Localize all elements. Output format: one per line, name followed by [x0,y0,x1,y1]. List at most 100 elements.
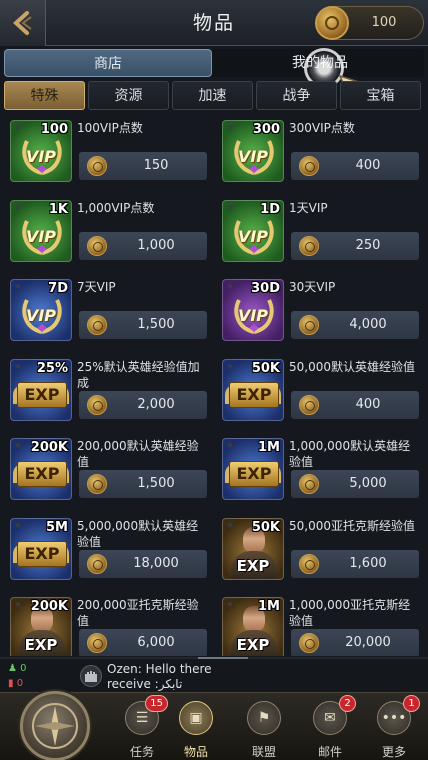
item-quantity: 7D [48,281,68,296]
item-card[interactable]: VIP ★ 1K 1,000VIP点数 1,000 [5,194,211,262]
buy-button[interactable]: 4,000 [291,311,419,339]
gold-coin-icon [299,315,319,335]
gold-balance[interactable]: 100 [315,6,424,40]
item-card[interactable]: VIP ★ 300 300VIP点数 400 [217,114,423,182]
star-icon: ★ [14,441,23,451]
nav-item-3[interactable]: ⚑ 联盟 [234,693,294,760]
buy-button[interactable]: 150 [79,152,207,180]
nav-label: 更多 [381,745,406,759]
nav-label: 物品 [183,745,208,759]
item-name: 200,000默认英雄经验值 [77,439,199,469]
buy-button[interactable]: 1,500 [79,470,207,498]
buy-button[interactable]: 250 [291,231,419,260]
vip-icon-text: VIP [237,226,269,246]
item-price: 400 [355,158,381,173]
item-quantity: 200K [30,599,68,614]
unread-count-value: 0 [16,678,24,689]
chat-bar[interactable]: ♟ 0 ▮ 0 Ozen: Hello there receive :تابکر [0,657,428,692]
gold-coin-icon [87,156,107,176]
tab-shop[interactable]: 商店 [4,49,212,77]
star-icon: ★ [226,202,235,213]
item-quantity: 1M [258,440,280,455]
item-card[interactable]: EXP ★ 50K 50,000默认英雄经验值 400 [217,353,423,421]
gold-coin-icon [299,394,319,415]
nav-item-1[interactable]: ☰ 任务 15 [112,693,172,760]
chat-avatar[interactable] [80,665,102,687]
item-card[interactable]: EXP ★ 200K 200,000默认英雄经验值 1,500 [5,432,211,500]
world-map-button[interactable] [14,691,98,760]
star-icon: ★ [14,361,23,372]
person-icon: ♟ [8,663,17,674]
star-icon: ★ [14,282,23,292]
item-card[interactable]: EXP ★ 50K 50,000亚托克斯经验值 1,600 [217,512,423,580]
exp-item-icon: EXP ★ 25% [10,358,72,421]
star-icon: ★ [226,361,235,372]
tab-resources[interactable]: 资源 [88,81,169,110]
online-count: ♟ 0 [8,663,27,674]
exp-icon-badge: EXP [17,461,67,487]
item-list: VIP ★ 100 100VIP点数 150 VIP ★ 300 300VIP点数 400 VIP ★… [0,114,428,656]
notification-badge: 2 [339,695,356,712]
tab-special[interactable]: 特殊 [4,81,85,110]
item-price: 5,000 [349,476,387,491]
item-quantity: 1M [258,599,280,614]
nav-item-5[interactable]: ••• 更多 1 [364,693,424,760]
buy-button[interactable]: 2,000 [79,390,207,419]
item-name: 25%默认英雄经验值加成 [77,359,200,390]
item-card[interactable]: VIP ★ 100 100VIP点数 150 [5,114,211,182]
header-bar: 物品 100 [0,0,428,46]
item-price: 250 [355,237,381,253]
nav-item-2[interactable]: ▣ 物品 [166,693,226,760]
exp-icon-badge: EXP [229,461,279,487]
item-card[interactable]: VIP ★ 7D 7天VIP 1,500 [5,273,211,341]
buy-button[interactable]: 6,000 [79,629,207,656]
item-card[interactable]: EXP ★ 200K 200,000亚托克斯经验值 6,000 [5,591,211,656]
buy-button[interactable]: 20,000 [291,629,419,656]
buy-button[interactable]: 1,500 [79,311,207,339]
star-icon: ★ [14,202,23,213]
buy-button[interactable]: 5,000 [291,470,419,498]
vip-icon-text: VIP [25,147,57,166]
item-card[interactable]: VIP ★ 1D 1天VIP 250 [217,194,423,262]
item-price: 20,000 [345,635,391,650]
item-name: 1,000VIP点数 [77,200,155,215]
item-card[interactable]: EXP ★ 25% 25%默认英雄经验值加成 2,000 [5,353,211,421]
buy-button[interactable]: 18,000 [79,549,207,578]
buy-button[interactable]: 400 [291,152,419,180]
item-card[interactable]: EXP ★ 1M 1,000,000默认英雄经验值 5,000 [217,432,423,500]
star-icon: ★ [226,441,235,451]
chat-message-line2: receive :تابکر [107,677,183,691]
tab-speedup[interactable]: 加速 [172,81,253,110]
hero-exp-label: EXP [236,556,270,575]
buy-button[interactable]: 1,000 [79,231,207,260]
nav-item-4[interactable]: ✉ 邮件 2 [300,693,360,760]
alliance-icon: ⚑ [247,701,281,735]
item-card[interactable]: VIP ★ 30D 30天VIP 4,000 [217,273,423,341]
item-card[interactable]: EXP ★ 1M 1,000,000亚托克斯经验值 20,000 [217,591,423,656]
vip-item-icon: VIP ★ 1K [10,199,72,262]
item-name: 50,000默认英雄经验值 [289,359,415,374]
tab-war[interactable]: 战争 [256,81,337,110]
star-icon: ★ [14,520,23,531]
item-name: 100VIP点数 [77,121,143,135]
item-quantity: 50K [251,519,280,535]
gold-coin-icon [299,156,319,176]
item-quantity: 200K [30,440,68,455]
buy-button[interactable]: 1,600 [291,549,419,578]
hero-exp-item-icon: EXP ★ 200K [10,597,72,656]
gold-coin-icon [87,394,107,415]
tab-chests[interactable]: 宝箱 [340,81,421,110]
buy-button[interactable]: 400 [291,390,419,419]
exp-icon-badge: EXP [229,381,279,408]
vip-item-icon: VIP ★ 7D [10,279,72,341]
item-card[interactable]: EXP ★ 5M 5,000,000默认英雄经验值 18,000 [5,512,211,580]
nav-label: 邮件 [317,745,342,759]
hero-exp-label: EXP [24,636,58,654]
chat-message-line1: Ozen: Hello there [107,662,212,676]
item-name: 1,000,000亚托克斯经验值 [289,598,411,628]
exp-icon-badge: EXP [17,381,67,408]
gold-coin-icon [315,6,349,40]
item-quantity: 5M [46,519,68,535]
gold-coin-icon [299,633,319,653]
star-icon: ★ [226,520,235,531]
